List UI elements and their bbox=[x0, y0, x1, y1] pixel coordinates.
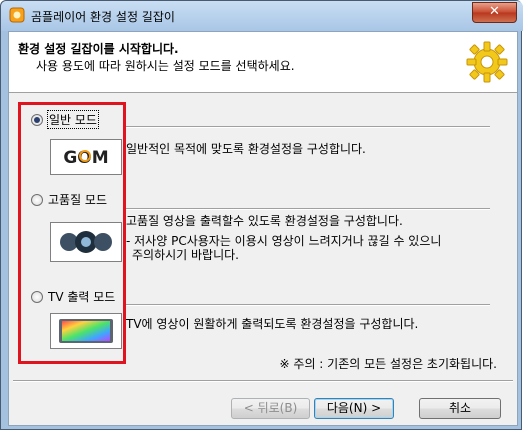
mode-hq-desc-line: 고품질 영상을 출력할수 있도록 환경설정을 구성합니다. bbox=[126, 214, 403, 228]
header-title: 환경 설정 길잡이를 시작합니다. bbox=[18, 42, 179, 56]
mode-hq-warning-line: 주의하시기 바랍니다. bbox=[132, 248, 239, 262]
mode-tv-desc-line: TV에 영상이 원활하게 출력되도록 환경설정을 구성합니다. bbox=[126, 317, 419, 331]
mode-tv-description: TV에 영상이 원활하게 출력되도록 환경설정을 구성합니다. bbox=[126, 317, 418, 331]
title-bar[interactable]: 곰플레이어 환경 설정 길잡이 ✕ bbox=[1, 1, 523, 31]
gom-app-icon bbox=[9, 7, 25, 23]
close-button[interactable]: ✕ bbox=[472, 2, 517, 23]
cancel-button[interactable]: 취소 bbox=[419, 398, 501, 419]
separator bbox=[126, 126, 490, 128]
wizard-header: 환경 설정 길잡이를 시작합니다. 사용 용도에 따라 원하시는 설정 모드를 … bbox=[9, 32, 517, 93]
wizard-window: 곰플레이어 환경 설정 길잡이 ✕ 환경 설정 길잡이를 시작합니다. 사용 용… bbox=[0, 0, 523, 430]
gear-icon bbox=[466, 41, 508, 83]
mode-hq-description: 고품질 영상을 출력할수 있도록 환경설정을 구성합니다. - 저사양 PC사용… bbox=[126, 214, 441, 262]
separator bbox=[126, 208, 490, 210]
mode-normal-description: 일반적인 목적에 맞도록 환경설정을 구성합니다. bbox=[126, 142, 366, 156]
reset-notice: ※ 주의 : 기존의 모든 설정은 초기화됩니다. bbox=[279, 357, 497, 371]
separator bbox=[126, 304, 490, 306]
wizard-body: 환경 설정 길잡이를 시작합니다. 사용 용도에 따라 원하시는 설정 모드를 … bbox=[8, 31, 518, 426]
header-subtitle: 사용 용도에 따라 원하시는 설정 모드를 선택하세요. bbox=[36, 59, 295, 73]
back-button[interactable]: < 뒤로(B) bbox=[231, 398, 310, 419]
highlight-box bbox=[18, 102, 126, 364]
window-title: 곰플레이어 환경 설정 길잡이 bbox=[31, 10, 175, 24]
mode-normal-desc-line: 일반적인 목적에 맞도록 환경설정을 구성합니다. bbox=[126, 142, 366, 156]
footer-separator bbox=[13, 380, 513, 382]
mode-hq-warning-line: - 저사양 PC사용자는 이용시 영상이 느려지거나 끊길 수 있으니 bbox=[126, 234, 442, 248]
next-button[interactable]: 다음(N) > bbox=[314, 398, 394, 419]
